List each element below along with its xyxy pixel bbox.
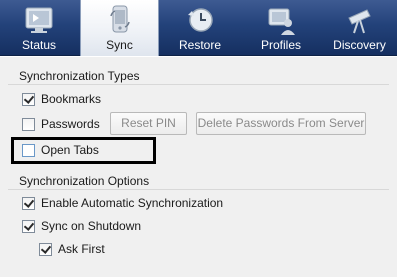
tab-restore-label: Restore [178, 38, 222, 52]
passwords-option[interactable]: Passwords [22, 116, 100, 132]
delete-passwords-button[interactable]: Delete Passwords From Server [196, 112, 366, 135]
sync-types-heading: Synchronization Types [19, 69, 140, 83]
ask-first-option[interactable]: Ask First [39, 241, 105, 257]
bookmarks-checkbox[interactable] [22, 92, 35, 106]
sync-options-heading: Synchronization Options [19, 174, 150, 188]
tab-status-label: Status [21, 38, 57, 52]
sync-options-divider [8, 189, 389, 190]
reset-pin-button[interactable]: Reset PIN [110, 112, 187, 135]
ask-first-checkbox[interactable] [39, 242, 52, 256]
tab-sync[interactable]: Sync [80, 0, 159, 56]
tab-status[interactable]: Status [0, 0, 78, 56]
ask-first-label: Ask First [58, 242, 105, 256]
bookmarks-option[interactable]: Bookmarks [22, 91, 101, 107]
tab-sync-label: Sync [106, 38, 133, 52]
restore-clock-icon [188, 8, 213, 32]
auto-sync-option[interactable]: Enable Automatic Synchronization [22, 195, 223, 211]
sync-phone-icon [109, 5, 130, 33]
sync-on-shutdown-option[interactable]: Sync on Shutdown [22, 218, 141, 234]
status-monitor-icon [25, 7, 53, 33]
tab-profiles-label: Profiles [260, 38, 301, 52]
preferences-toolbar: Status Sync Restore Profiles Discovery [0, 0, 397, 56]
sync-types-divider [8, 84, 389, 85]
discovery-telescope-icon [347, 9, 371, 34]
tab-discovery-label: Discovery [333, 38, 386, 52]
sync-on-shutdown-label: Sync on Shutdown [41, 219, 142, 233]
passwords-label: Passwords [41, 117, 100, 131]
profiles-user-icon [268, 8, 295, 35]
passwords-checkbox[interactable] [22, 117, 35, 131]
tab-discovery[interactable]: Discovery [322, 0, 397, 56]
sync-on-shutdown-checkbox[interactable] [22, 219, 35, 233]
auto-sync-label: Enable Automatic Synchronization [41, 196, 224, 210]
auto-sync-checkbox[interactable] [22, 196, 35, 210]
bookmarks-label: Bookmarks [41, 92, 102, 106]
open-tabs-highlight-frame [11, 137, 156, 164]
tab-profiles[interactable]: Profiles [242, 0, 320, 56]
tab-restore[interactable]: Restore [160, 0, 240, 56]
